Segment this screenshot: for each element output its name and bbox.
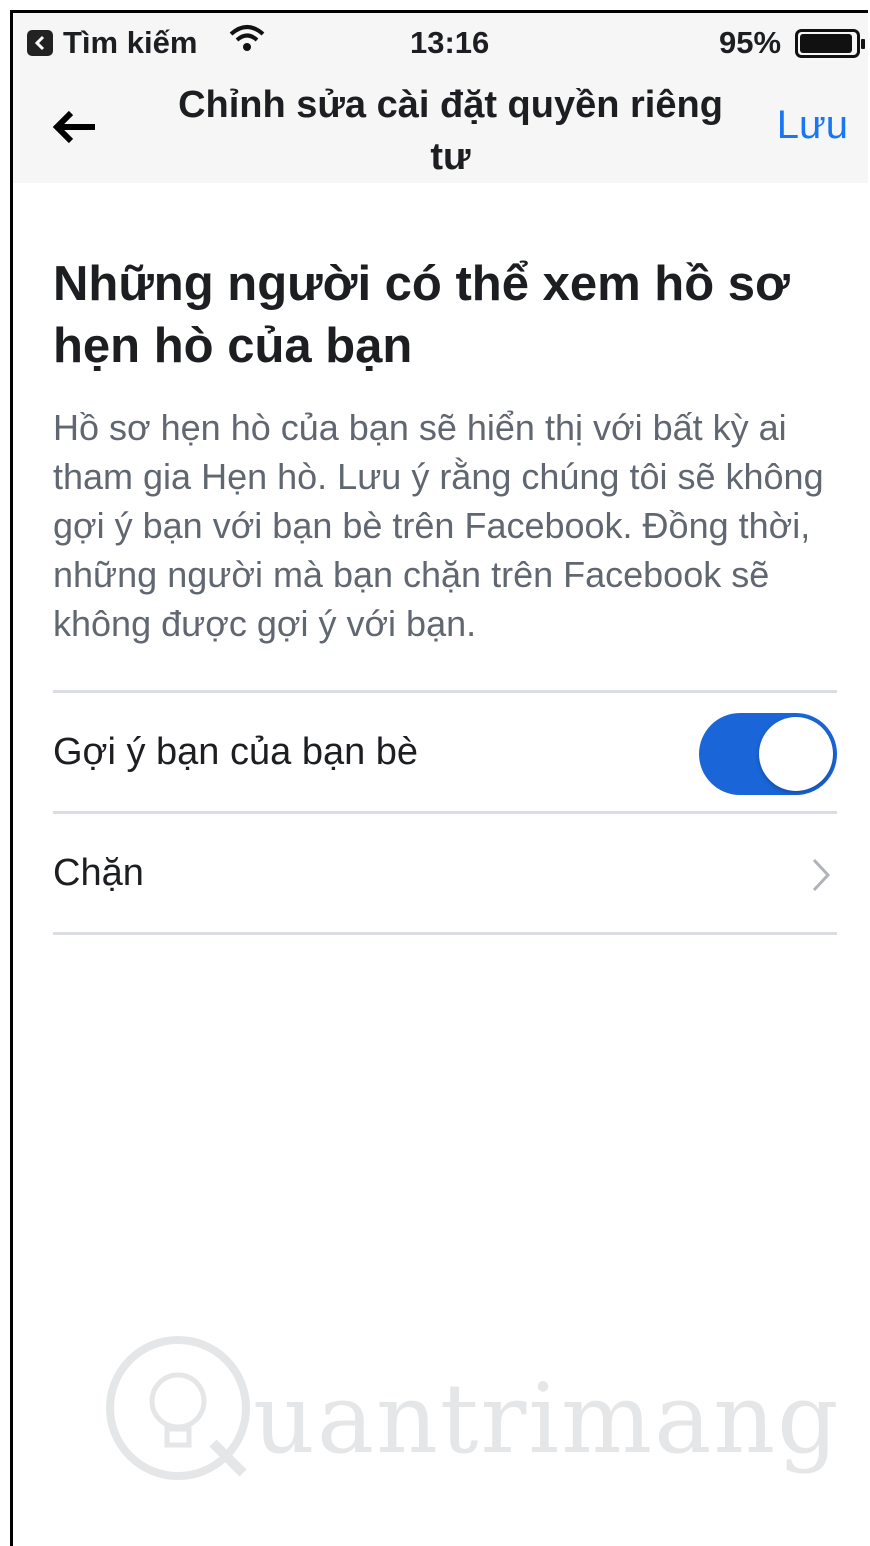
back-app-chevron-icon	[27, 30, 53, 56]
watermark: uantrimang	[103, 1333, 839, 1493]
top-bar: Tìm kiếm 13:16 95% Chỉnh sửa cài đặt quy…	[13, 13, 868, 183]
status-time: 13:16	[410, 25, 490, 60]
friends-of-friends-row[interactable]: Gợi ý bạn của bạn bè	[53, 690, 837, 811]
block-label: Chặn	[53, 851, 144, 894]
privacy-settings-content: Những người có thể xem hồ sơ hẹn hò của …	[53, 183, 837, 935]
page-title: Chỉnh sửa cài đặt quyền riêng tư	[178, 84, 723, 178]
battery-icon	[795, 29, 867, 67]
toggle-knob	[759, 717, 833, 791]
back-app-label: Tìm kiếm	[63, 25, 198, 60]
section-heading: Những người có thể xem hồ sơ hẹn hò của …	[53, 257, 790, 373]
lightbulb-logo-icon	[106, 1336, 250, 1480]
block-row[interactable]: Chặn	[53, 811, 837, 935]
battery-percent: 95%	[719, 25, 782, 60]
settings-list: Gợi ý bạn của bạn bè Chặn	[53, 690, 837, 935]
app-screen: Tìm kiếm 13:16 95% Chỉnh sửa cài đặt quy…	[10, 10, 868, 1546]
save-button[interactable]: Lưu	[777, 103, 848, 148]
back-to-app-button[interactable]: Tìm kiếm	[27, 25, 197, 61]
wifi-icon	[228, 23, 266, 61]
watermark-text: uantrimang	[253, 1363, 841, 1475]
status-bar: Tìm kiếm 13:16 95%	[13, 13, 868, 67]
friends-of-friends-toggle[interactable]	[699, 713, 837, 795]
arrow-left-icon[interactable]	[51, 109, 99, 150]
section-description: Hồ sơ hẹn hò của bạn sẽ hiển thị với bất…	[53, 407, 824, 644]
friends-of-friends-label: Gợi ý bạn của bạn bè	[53, 730, 419, 773]
chevron-right-icon	[811, 858, 831, 897]
